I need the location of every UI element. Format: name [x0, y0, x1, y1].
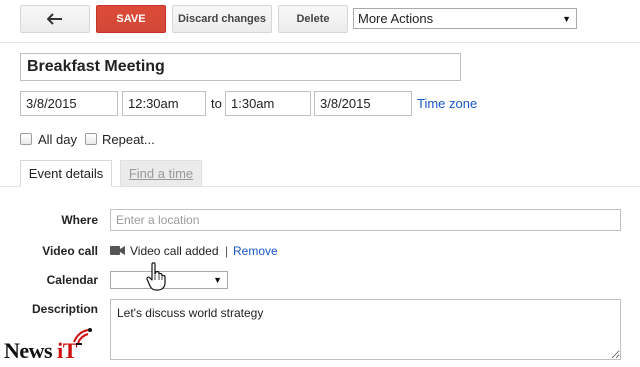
news-it-watermark-logo: News iT [4, 338, 77, 364]
start-date-input[interactable]: 3/8/2015 [20, 91, 118, 116]
tab-event-details[interactable]: Event details [20, 160, 112, 187]
toolbar-divider [0, 42, 640, 43]
discard-changes-button[interactable]: Discard changes [172, 5, 272, 33]
dropdown-arrow-icon: ▼ [562, 13, 571, 24]
start-time-input[interactable]: 12:30am [122, 91, 206, 116]
end-date-input[interactable]: 3/8/2015 [314, 91, 412, 116]
video-camera-icon [110, 246, 125, 255]
where-label: Where [61, 213, 98, 227]
back-button[interactable] [20, 5, 90, 33]
calendar-label: Calendar [46, 273, 98, 287]
to-label: to [211, 96, 222, 111]
calendar-dropdown-arrow-icon: ▼ [213, 275, 222, 285]
back-arrow-icon [47, 13, 62, 25]
delete-button[interactable]: Delete [278, 5, 348, 33]
repeat-label: Repeat... [102, 132, 155, 147]
video-call-status: Video call added [130, 244, 219, 258]
time-zone-link[interactable]: Time zone [417, 96, 477, 111]
where-input[interactable]: Enter a location [110, 209, 621, 231]
satellite-dish-icon [73, 328, 92, 345]
all-day-checkbox[interactable] [20, 133, 32, 145]
tab-find-a-time[interactable]: Find a time [120, 160, 202, 187]
end-time-input[interactable]: 1:30am [225, 91, 311, 116]
video-call-separator: | [225, 244, 229, 258]
event-title-input[interactable]: Breakfast Meeting [20, 53, 461, 81]
video-call-label: Video call [42, 244, 98, 258]
save-button[interactable]: SAVE [96, 5, 166, 33]
watermark-text-main: News [4, 338, 53, 363]
hand-cursor-icon [146, 262, 166, 291]
repeat-checkbox[interactable] [85, 133, 97, 145]
description-textarea[interactable] [110, 299, 621, 360]
more-actions-label: More Actions [358, 11, 434, 26]
more-actions-dropdown[interactable]: More Actions ▼ [353, 8, 577, 29]
all-day-label: All day [38, 132, 78, 147]
description-label: Description [31, 302, 98, 316]
remove-video-call-link[interactable]: Remove [233, 244, 278, 258]
